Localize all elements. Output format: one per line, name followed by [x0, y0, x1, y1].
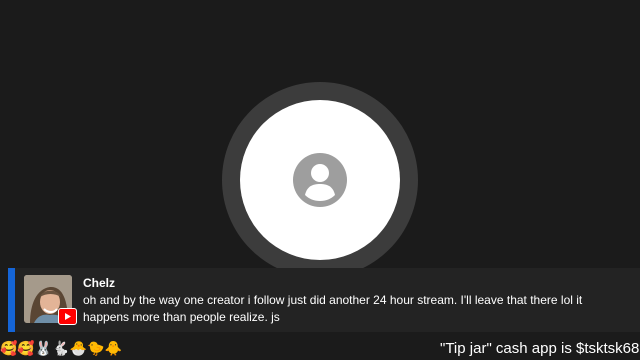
chat-author-name: Chelz — [83, 276, 116, 290]
youtube-icon — [58, 308, 77, 325]
ticker-bar: 🥰🥰🐰🐇🐣🐤🐥 "Tip jar" cash app is $tsktsk68 … — [0, 339, 640, 360]
ticker-emojis: 🥰🥰🐰🐇🐣🐤🐥 — [0, 341, 123, 357]
chat-accent-bar — [8, 268, 15, 332]
chat-message-card: Chelz oh and by the way one creator i fo… — [8, 268, 640, 332]
person-icon — [293, 153, 347, 207]
chat-message-text: oh and by the way one creator i follow j… — [83, 293, 583, 324]
ticker-text: "Tip jar" cash app is $tsktsk68 th — [440, 340, 640, 357]
